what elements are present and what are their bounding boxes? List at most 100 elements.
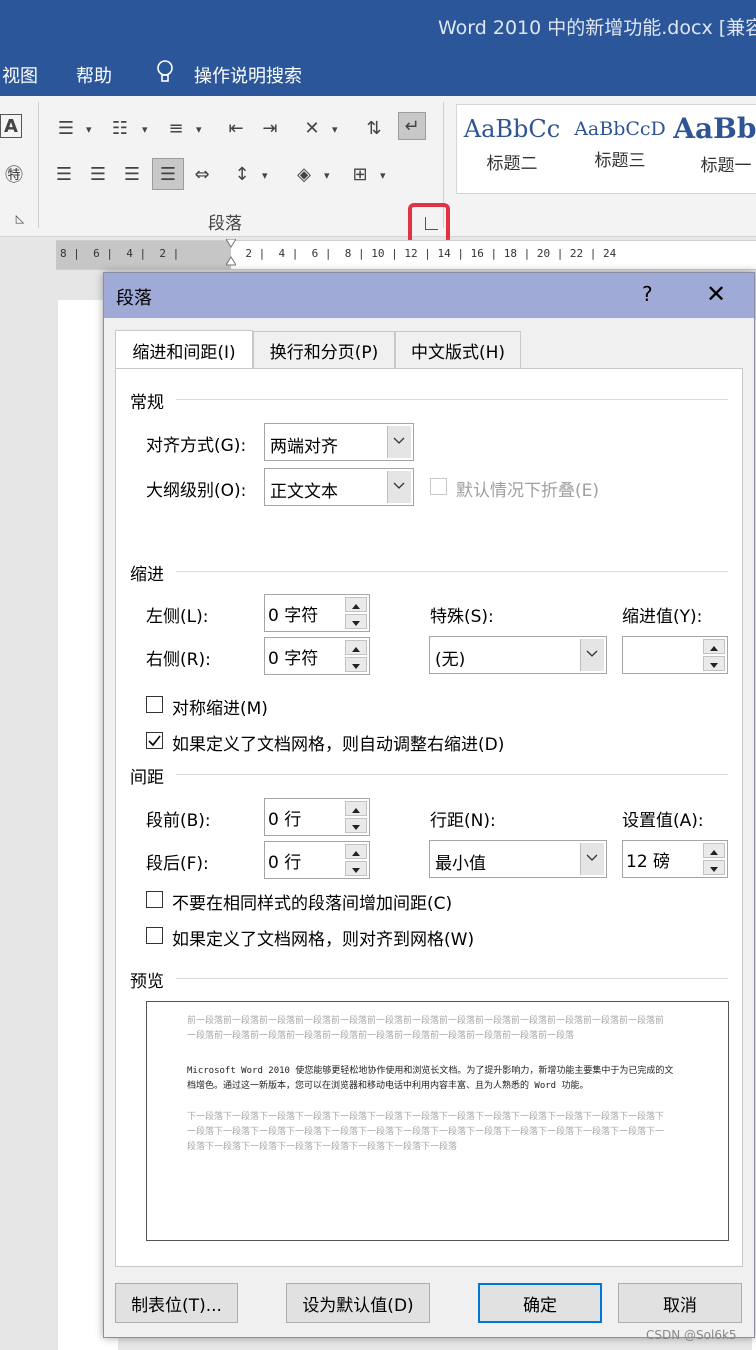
cancel-button[interactable]: 取消: [618, 1283, 742, 1323]
dialog-title: 段落: [116, 288, 152, 309]
tell-me-search[interactable]: 操作说明搜索: [194, 62, 302, 88]
spacing-heading: 间距: [130, 768, 164, 788]
mirror-indents-checkbox[interactable]: [146, 696, 163, 713]
indent-marker-icon[interactable]: [226, 239, 236, 269]
chinese-layout-icon[interactable]: ✕: [298, 114, 326, 142]
numbering-icon[interactable]: ☷: [106, 114, 134, 142]
justify-icon[interactable]: ☰: [152, 158, 184, 190]
left-indent-spinner[interactable]: 0 字符: [264, 594, 370, 632]
text-effects-icon[interactable]: A: [0, 114, 22, 138]
tab-panel: 常规 对齐方式(G): 两端对齐 大纲级别(O): 正文文本 默认情况下折叠(E…: [115, 368, 743, 1267]
collapse-default-checkbox: [430, 478, 447, 495]
chevron-down-icon[interactable]: [387, 426, 411, 458]
general-heading: 常规: [130, 393, 164, 413]
spin-up-icon[interactable]: [345, 801, 367, 816]
spin-down-icon[interactable]: [703, 656, 725, 671]
auto-adjust-indent-checkbox[interactable]: [146, 732, 163, 749]
chevron-down-icon[interactable]: ▾: [262, 169, 268, 182]
paragraph-dialog-launcher-icon[interactable]: [425, 217, 438, 230]
increase-indent-icon[interactable]: ⇥: [256, 114, 284, 142]
indentation-heading: 缩进: [130, 565, 164, 585]
spacing-at-label: 设置值(A):: [622, 811, 704, 831]
spacing-at-spinner[interactable]: 12 磅: [622, 840, 728, 878]
style-heading-2[interactable]: AaBbCc 标题二: [457, 115, 567, 174]
spin-down-icon[interactable]: [345, 818, 367, 833]
spin-up-icon[interactable]: [703, 843, 725, 858]
indent-by-label: 缩进值(Y):: [622, 607, 703, 627]
menu-help[interactable]: 帮助: [76, 62, 112, 88]
sort-icon[interactable]: ⇅: [360, 114, 388, 142]
line-spacing-select[interactable]: 最小值: [429, 840, 607, 878]
chevron-down-icon[interactable]: ▾: [196, 123, 202, 136]
style-sample: AaBbC: [673, 112, 756, 145]
menu-view[interactable]: 视图: [2, 62, 38, 88]
alignment-select[interactable]: 两端对齐: [264, 423, 414, 461]
spin-down-icon[interactable]: [703, 860, 725, 875]
spin-down-icon[interactable]: [345, 657, 367, 672]
outline-level-select[interactable]: 正文文本: [264, 468, 414, 506]
bullets-icon[interactable]: ☰: [52, 114, 80, 142]
decrease-indent-icon[interactable]: ⇤: [222, 114, 250, 142]
section-rule: [176, 978, 728, 979]
distributed-icon[interactable]: ⇔: [188, 160, 216, 188]
paragraph-dialog: 段落 ? ✕ 缩进和间距(I) 换行和分页(P) 中文版式(H) 常规 对齐方式…: [103, 272, 755, 1338]
line-spacing-value: 最小值: [435, 854, 486, 874]
chevron-down-icon[interactable]: ▾: [324, 169, 330, 182]
align-center-icon[interactable]: ☰: [84, 160, 112, 188]
outline-level-value: 正文文本: [270, 482, 338, 502]
chevron-down-icon[interactable]: ▾: [142, 123, 148, 136]
title-bar: Word 2010 中的新增功能.docx [兼容模: [0, 0, 756, 50]
chevron-down-icon[interactable]: [580, 639, 604, 671]
multilevel-list-icon[interactable]: ≡: [162, 114, 190, 142]
style-name: 标题一: [700, 156, 752, 176]
spin-up-icon[interactable]: [345, 597, 367, 612]
shading-icon[interactable]: ◈: [290, 160, 318, 188]
outline-level-label: 大纲级别(O):: [146, 481, 247, 501]
font-dialog-launcher-icon[interactable]: ◺: [12, 210, 28, 226]
tabs-button[interactable]: 制表位(T)...: [115, 1283, 238, 1323]
space-after-value: 0 行: [268, 853, 302, 873]
line-spacing-icon[interactable]: ↕: [228, 160, 256, 188]
checkmark-icon: [148, 735, 161, 747]
chevron-down-icon[interactable]: ▾: [332, 123, 338, 136]
close-icon[interactable]: ✕: [706, 280, 726, 308]
spin-up-icon[interactable]: [345, 640, 367, 655]
space-before-spinner[interactable]: 0 行: [264, 798, 370, 836]
snap-to-grid-checkbox[interactable]: [146, 927, 163, 944]
tab-line-page-breaks[interactable]: 换行和分页(P): [253, 331, 395, 369]
indent-by-spinner[interactable]: [622, 636, 728, 674]
styles-gallery: AaBbCc 标题二 AaBbCcD 标题三 AaBbC 标题一: [456, 104, 756, 194]
left-indent-value: 0 字符: [268, 606, 319, 626]
tab-indents-spacing[interactable]: 缩进和间距(I): [115, 330, 253, 370]
spin-up-icon[interactable]: [703, 639, 725, 654]
phonetic-guide-icon[interactable]: ㊕: [0, 160, 28, 188]
chevron-down-icon[interactable]: ▾: [86, 123, 92, 136]
style-heading-3[interactable]: AaBbCcD 标题三: [565, 115, 675, 171]
spin-down-icon[interactable]: [345, 861, 367, 876]
chevron-down-icon[interactable]: [387, 471, 411, 503]
borders-icon[interactable]: ⊞: [346, 160, 374, 188]
menu-bar: 视图 帮助 操作说明搜索: [0, 50, 756, 96]
chevron-down-icon[interactable]: [580, 843, 604, 875]
preview-sample-text: Microsoft Word 2010 使您能够更轻松地协作使用和浏览长文档。为…: [187, 1066, 674, 1091]
space-after-spinner[interactable]: 0 行: [264, 841, 370, 879]
right-indent-label: 右侧(R):: [146, 650, 211, 670]
no-space-same-style-checkbox[interactable]: [146, 891, 163, 908]
ok-button[interactable]: 确定: [478, 1283, 602, 1323]
show-marks-icon[interactable]: ↵: [398, 112, 426, 140]
right-indent-spinner[interactable]: 0 字符: [264, 637, 370, 675]
style-heading-1[interactable]: AaBbC 标题一: [671, 112, 756, 176]
ribbon: A ㊕ ☰ ▾ ☷ ▾ ≡ ▾ ⇤ ⇥ ✕ ▾ ⇅ ↵ ☰ ☰ ☰ ☰ ⇔ ↕ …: [0, 96, 756, 237]
align-left-icon[interactable]: ☰: [50, 160, 78, 188]
spin-up-icon[interactable]: [345, 844, 367, 859]
help-button[interactable]: ?: [642, 282, 653, 306]
spin-down-icon[interactable]: [345, 614, 367, 629]
chevron-down-icon[interactable]: ▾: [380, 169, 386, 182]
horizontal-ruler[interactable]: 8 | 6 | 4 | 2 | 2 | 4 | 6 | 8 | 10 | 12 …: [56, 239, 756, 270]
set-default-button[interactable]: 设为默认值(D): [286, 1283, 430, 1323]
ruler-labels: 8 | 6 | 4 | 2 | 2 | 4 | 6 | 8 | 10 | 12 …: [60, 247, 617, 260]
right-indent-value: 0 字符: [268, 649, 319, 669]
tab-asian-typography[interactable]: 中文版式(H): [395, 331, 521, 369]
special-indent-select[interactable]: (无): [429, 636, 607, 674]
align-right-icon[interactable]: ☰: [118, 160, 146, 188]
